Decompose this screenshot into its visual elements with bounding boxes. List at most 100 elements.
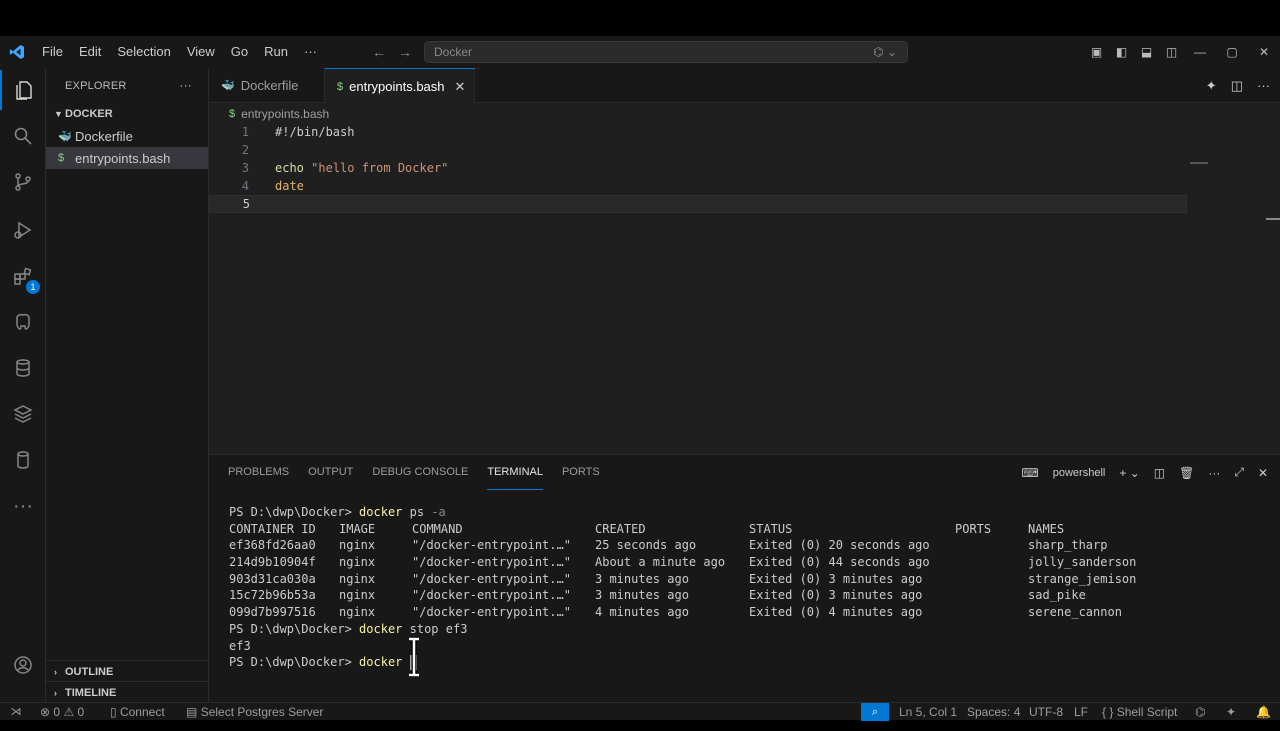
- database-icon[interactable]: [0, 348, 46, 388]
- forward-arrow-icon[interactable]: →: [398, 44, 412, 60]
- remote-icon[interactable]: ⋊: [0, 703, 32, 721]
- folder-docker[interactable]: ▼ DOCKER: [46, 103, 208, 125]
- cell: Exited (0) 44 seconds ago: [749, 555, 930, 570]
- connect-status[interactable]: ▯ Connect: [110, 703, 165, 721]
- breadcrumb[interactable]: $ entrypoints.bash: [229, 105, 329, 123]
- command-center-search[interactable]: Docker ⌬ ⌄: [424, 41, 908, 63]
- tab-problems[interactable]: PROBLEMS: [228, 455, 289, 490]
- shell-name[interactable]: powershell: [1053, 467, 1106, 479]
- copilot-chevron-icon[interactable]: ⌬ ⌄: [873, 42, 897, 62]
- tab-output[interactable]: OUTPUT: [308, 455, 353, 490]
- file-dockerfile[interactable]: 🐳 Dockerfile: [46, 125, 208, 147]
- more-icon[interactable]: ···: [1208, 466, 1220, 480]
- tab-debug-console[interactable]: DEBUG CONSOLE: [372, 455, 468, 490]
- postgres-elephant-icon[interactable]: [0, 302, 46, 342]
- end-of-line[interactable]: LF: [1074, 703, 1088, 721]
- menu-run[interactable]: Run: [256, 36, 296, 68]
- menu-selection[interactable]: Selection: [109, 36, 178, 68]
- encoding[interactable]: UTF-8: [1029, 703, 1063, 721]
- postgres-status[interactable]: ▤ Select Postgres Server: [186, 703, 323, 721]
- chevron-right-icon: ›: [54, 687, 57, 698]
- header-cell: COMMAND: [412, 521, 463, 536]
- sparkle-status-icon[interactable]: ✦: [1226, 703, 1236, 721]
- minimize-icon[interactable]: —: [1184, 45, 1216, 59]
- tab-label: Dockerfile: [240, 78, 299, 93]
- dollar-icon: $: [229, 108, 236, 120]
- cell: Exited (0) 3 minutes ago: [749, 571, 923, 586]
- cursor-position[interactable]: Ln 5, Col 1: [899, 703, 957, 721]
- terminal-output[interactable]: PS D:\dwp\Docker> docker ps -a CONTAINER…: [229, 505, 1269, 672]
- menu-view[interactable]: View: [179, 36, 223, 68]
- cell: 4 minutes ago: [595, 605, 689, 620]
- toggle-secondary-sidebar-icon[interactable]: ◫: [1159, 45, 1184, 59]
- more-views-icon[interactable]: ···: [0, 486, 46, 526]
- line-number: 3: [241, 161, 249, 175]
- cell: "/docker-entrypoint.…": [412, 538, 571, 553]
- toggle-sidebar-icon[interactable]: ◧: [1109, 45, 1134, 59]
- table-row: 903d31ca030a nginx "/docker-entrypoint.……: [229, 572, 1269, 589]
- cell: 099d7b997516: [229, 605, 316, 620]
- close-panel-icon[interactable]: ✕: [1258, 466, 1268, 480]
- overview-ruler[interactable]: [1266, 218, 1280, 220]
- language-mode[interactable]: { } Shell Script: [1102, 703, 1177, 721]
- minimap[interactable]: [1190, 162, 1208, 164]
- docker-icon: 🐳: [58, 130, 72, 143]
- close-window-icon[interactable]: ✕: [1248, 45, 1280, 59]
- run-debug-icon[interactable]: [0, 210, 46, 250]
- cylinder-icon[interactable]: [0, 440, 46, 480]
- menu-edit[interactable]: Edit: [71, 36, 109, 68]
- split-terminal-icon[interactable]: ◫: [1154, 466, 1165, 480]
- more-actions-icon[interactable]: ···: [1257, 78, 1270, 93]
- tab-label: entrypoints.bash: [349, 79, 445, 94]
- menu-go[interactable]: Go: [223, 36, 256, 68]
- layers-icon[interactable]: [0, 394, 46, 434]
- code-editor[interactable]: 1 #!/bin/bash 2 3 echo "hello from Docke…: [209, 123, 1280, 453]
- terminal-line: ef3: [229, 638, 251, 653]
- postgres-label: Select Postgres Server: [200, 705, 324, 719]
- command: docker: [359, 621, 403, 636]
- back-arrow-icon[interactable]: ←: [372, 44, 386, 60]
- menu-file[interactable]: File: [34, 36, 71, 68]
- terminal-icon: ⌨: [1021, 465, 1039, 480]
- sparkle-icon[interactable]: ✦: [1206, 78, 1217, 94]
- tab-dockerfile[interactable]: 🐳 Dockerfile: [209, 68, 325, 103]
- problems-status[interactable]: ⊗ 0 ⚠ 0: [40, 703, 84, 721]
- terminal-line: PS D:\dwp\Docker> docker stop ef3: [229, 622, 1269, 639]
- file-entrypoints[interactable]: $ entrypoints.bash: [46, 147, 208, 169]
- file-label: entrypoints.bash: [75, 150, 171, 166]
- split-editor-icon[interactable]: ◫: [1231, 78, 1243, 94]
- header-cell: CREATED: [595, 521, 646, 536]
- source-control-icon[interactable]: [0, 162, 46, 202]
- toggle-panel-icon[interactable]: ⬓: [1134, 45, 1159, 59]
- status-bar: ⋊ ⊗ 0 ⚠ 0 ▯ Connect ▤ Select Postgres Se…: [0, 702, 1280, 721]
- customize-layout-icon[interactable]: ▣: [1084, 45, 1109, 59]
- new-terminal-icon[interactable]: + ⌄: [1119, 466, 1139, 480]
- tab-entrypoints[interactable]: $ entrypoints.bash ✕: [325, 68, 475, 104]
- token-string: "hello from Docker": [311, 161, 449, 175]
- copilot-icon[interactable]: ⌬: [1195, 703, 1205, 721]
- maximize-panel-icon[interactable]: ⤢: [1234, 465, 1244, 480]
- table-row: 099d7b997516 nginx "/docker-entrypoint.……: [229, 605, 1269, 622]
- table-row: ef368fd26aa0 nginx "/docker-entrypoint.……: [229, 538, 1269, 555]
- tab-terminal[interactable]: TERMINAL: [487, 455, 543, 490]
- search-icon[interactable]: [0, 116, 46, 156]
- vscode-window: File Edit Selection View Go Run ··· ← → …: [0, 36, 1280, 721]
- outline-section[interactable]: › OUTLINE: [46, 660, 209, 682]
- explorer-header: EXPLORER ···: [46, 68, 208, 103]
- indentation[interactable]: Spaces: 4: [967, 703, 1020, 721]
- explorer-more-icon[interactable]: ···: [179, 78, 192, 92]
- chevron-down-icon: ▼: [54, 109, 63, 119]
- braces-icon: { }: [1102, 705, 1114, 719]
- trash-icon[interactable]: 🗑: [1179, 466, 1194, 480]
- restore-icon[interactable]: ▢: [1216, 45, 1248, 59]
- code-line-current: 5: [209, 195, 1187, 213]
- menu-more[interactable]: ···: [296, 36, 325, 68]
- notifications-bell-icon[interactable]: 🔔: [1256, 703, 1271, 721]
- timeline-section[interactable]: › TIMELINE: [46, 681, 209, 703]
- zoom-icon[interactable]: ⌕: [861, 703, 889, 721]
- account-icon[interactable]: [0, 645, 46, 685]
- extensions-icon[interactable]: 1: [0, 256, 46, 296]
- explorer-icon[interactable]: [0, 70, 46, 110]
- tab-ports[interactable]: PORTS: [562, 455, 600, 490]
- close-tab-icon[interactable]: ✕: [455, 79, 466, 95]
